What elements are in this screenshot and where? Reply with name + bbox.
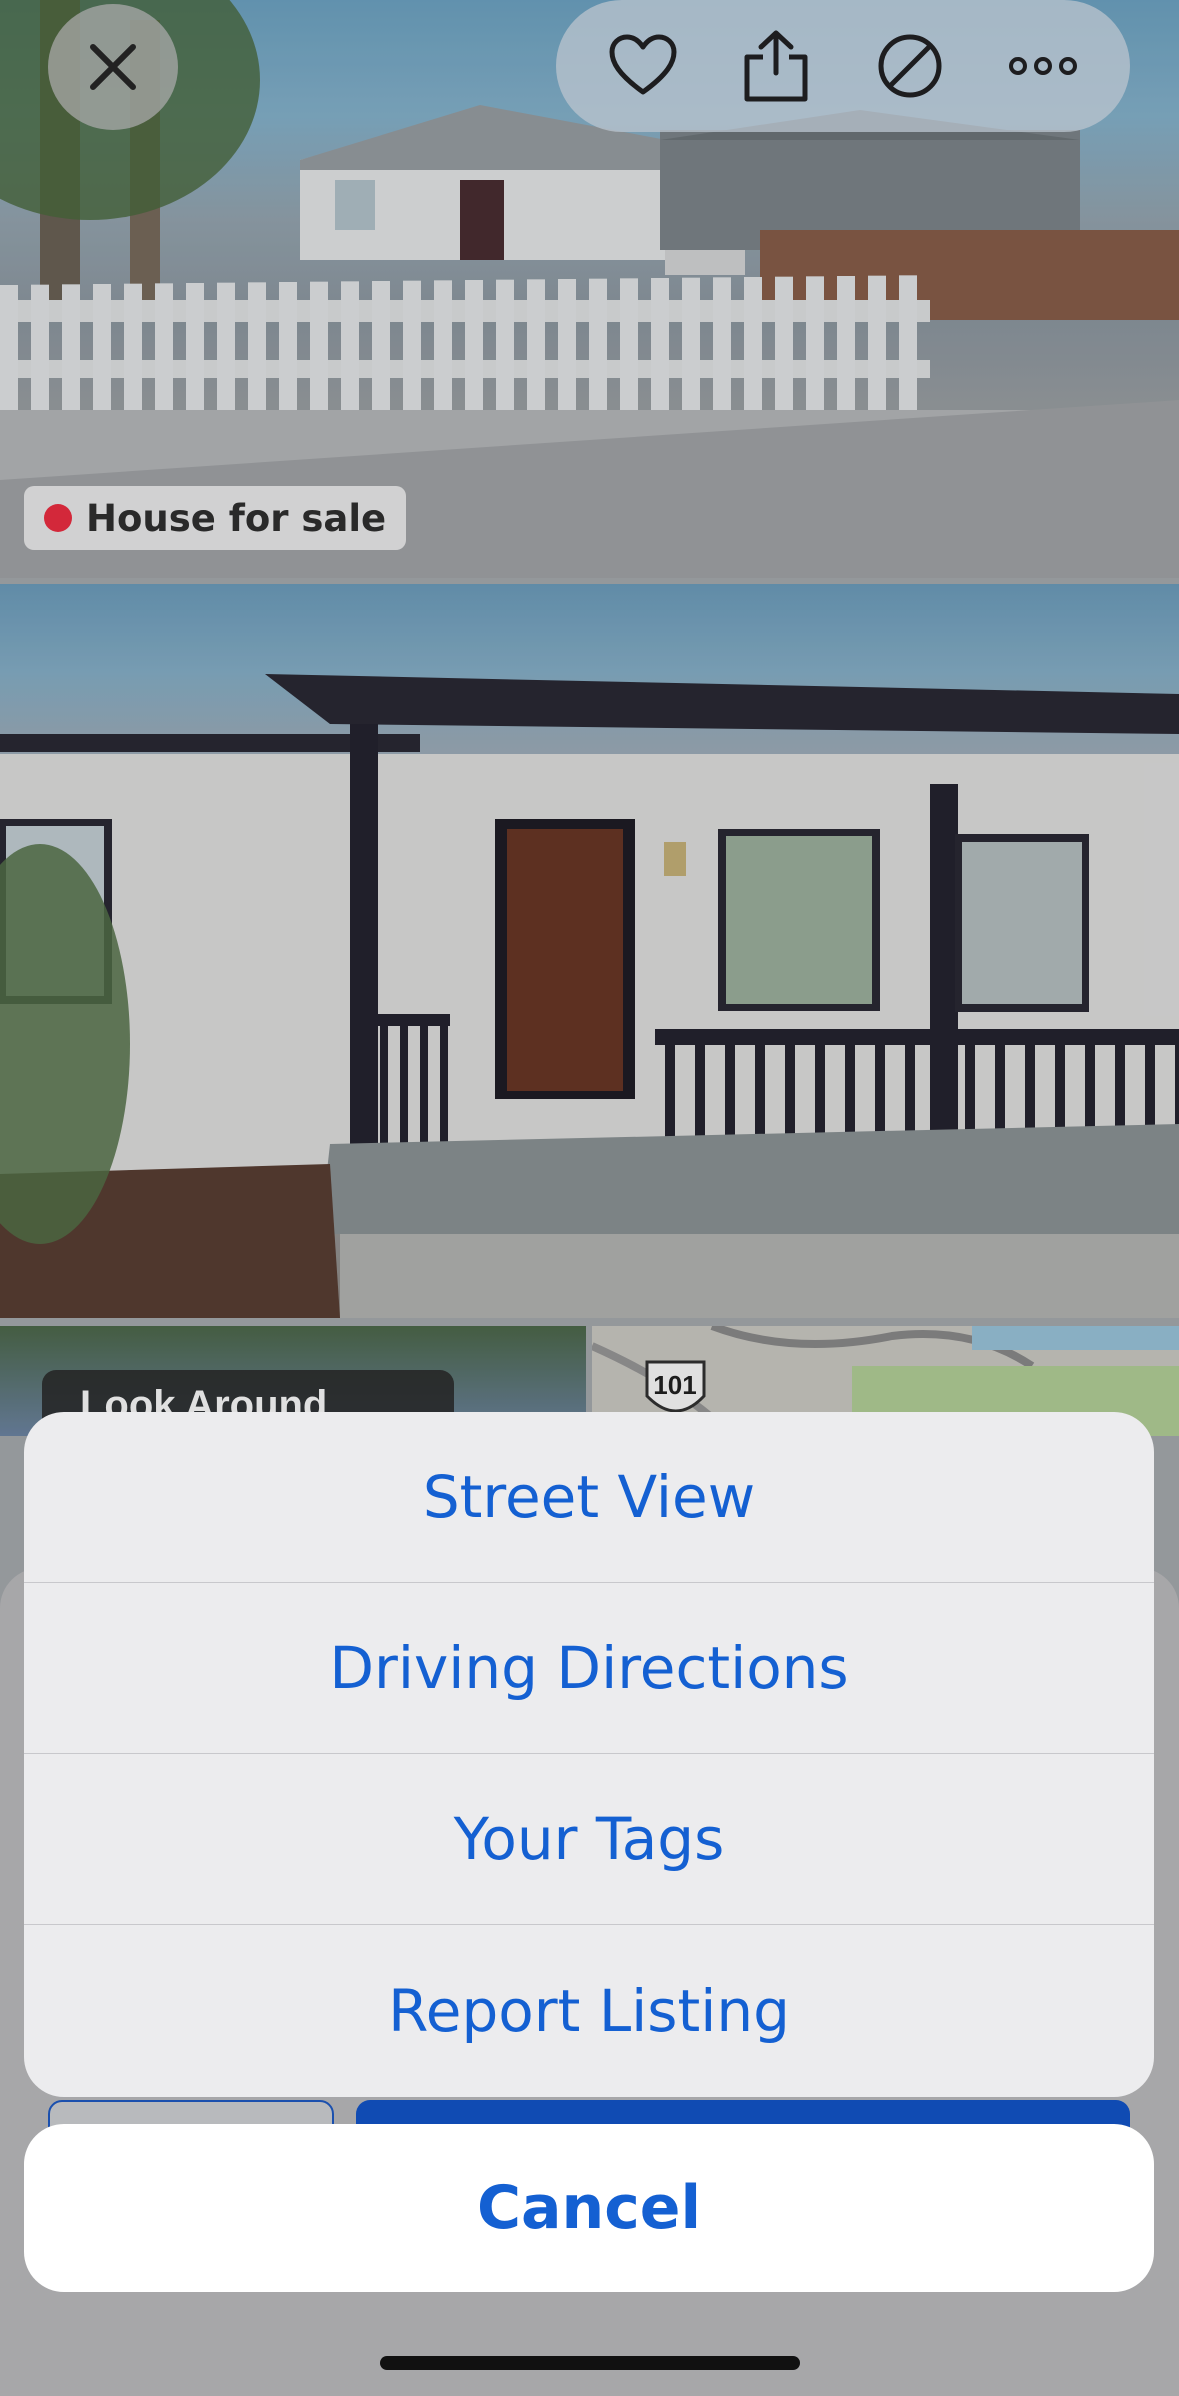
- prohibited-icon: [878, 34, 942, 98]
- close-button[interactable]: [48, 4, 178, 130]
- cancel-button[interactable]: Cancel: [24, 2124, 1154, 2292]
- listing-photo-porch[interactable]: [0, 584, 1179, 1318]
- listing-status-badge: House for sale: [24, 486, 407, 550]
- close-icon: [90, 44, 136, 90]
- your-tags-option[interactable]: Your Tags: [24, 1754, 1154, 1925]
- route-number: 101: [653, 1370, 696, 1400]
- share-button[interactable]: [726, 16, 826, 116]
- street-view-option[interactable]: Street View: [24, 1412, 1154, 1583]
- driving-directions-option[interactable]: Driving Directions: [24, 1583, 1154, 1754]
- listing-toolbar: [556, 0, 1130, 132]
- heart-icon: [609, 34, 677, 95]
- more-icon: [1009, 57, 1078, 75]
- share-icon: [744, 30, 808, 102]
- home-indicator[interactable]: [380, 2356, 800, 2370]
- route-shield-icon: 101: [645, 1360, 706, 1413]
- status-dot-icon: [44, 504, 72, 532]
- porch-image: [0, 674, 1179, 1318]
- report-listing-option[interactable]: Report Listing: [24, 1925, 1154, 2096]
- status-badge-label: House for sale: [86, 496, 387, 540]
- action-sheet: Street View Driving Directions Your Tags…: [24, 1412, 1154, 2097]
- more-options-button[interactable]: [993, 16, 1093, 116]
- favorite-button[interactable]: [593, 16, 693, 116]
- hide-listing-button[interactable]: [860, 16, 960, 116]
